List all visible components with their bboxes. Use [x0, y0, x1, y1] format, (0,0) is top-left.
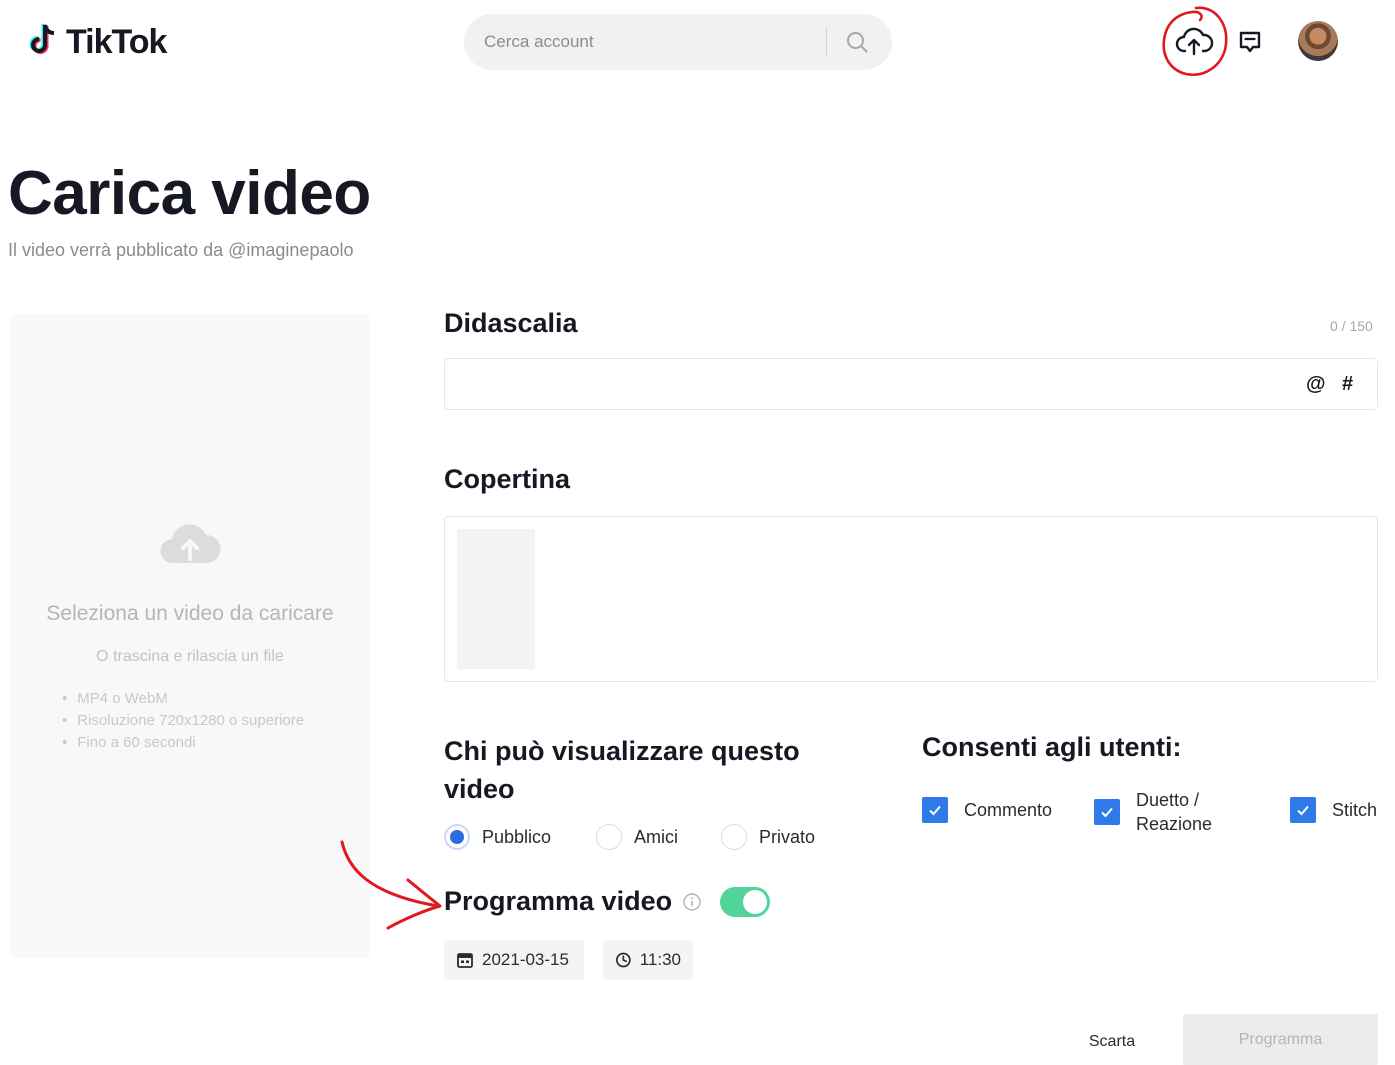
consent-label: Consenti agli utenti:	[922, 732, 1182, 762]
checkbox-duet-label: Duetto / Reazione	[1136, 790, 1213, 834]
time-picker[interactable]: 11:30	[603, 940, 693, 980]
checkbox-stitch-box[interactable]	[1290, 797, 1316, 823]
checkmark-icon	[929, 805, 941, 816]
schedule-row: Programma video	[444, 886, 771, 917]
radio-friends-circle[interactable]	[596, 824, 622, 850]
info-icon[interactable]	[682, 892, 702, 912]
checkbox-comment-box[interactable]	[922, 797, 948, 823]
profile-avatar[interactable]	[1298, 21, 1338, 61]
inbox-button[interactable]	[1232, 24, 1268, 60]
red-arrow-annotation	[340, 840, 442, 930]
radio-friends-label: Amici	[634, 826, 678, 847]
search-button[interactable]	[827, 14, 887, 70]
clock-icon	[616, 952, 631, 968]
upload-requirements: MP4 o WebM Risoluzione 720x1280 o superi…	[77, 688, 370, 754]
checkbox-comment-label: Commento	[964, 800, 1053, 820]
search-bar	[464, 14, 892, 70]
schedule-submit-button[interactable]: Programma	[1183, 1014, 1378, 1065]
search-input[interactable]	[482, 31, 826, 53]
caption-counter: 0 / 150	[1330, 318, 1373, 334]
checkbox-stitch[interactable]: Stitch	[1290, 797, 1377, 823]
checkbox-comment[interactable]: Commento	[922, 797, 1052, 823]
radio-private[interactable]: Privato	[721, 824, 815, 850]
schedule-toggle[interactable]	[720, 886, 771, 917]
caption-field	[444, 358, 1378, 410]
caption-input[interactable]	[455, 371, 1299, 391]
mention-button[interactable]: @	[1306, 373, 1326, 396]
checkbox-duet[interactable]: Duetto / Reazione	[1094, 788, 1226, 836]
upload-title: Seleziona un video da caricare	[46, 602, 334, 625]
hashtag-button[interactable]: #	[1342, 373, 1353, 396]
logo-text: TikTok	[66, 23, 167, 61]
checkmark-icon	[1297, 805, 1309, 816]
time-value: 11:30	[639, 950, 681, 969]
search-icon	[847, 32, 868, 53]
calendar-icon	[457, 953, 473, 968]
red-circle-annotation	[1162, 6, 1228, 76]
checkbox-stitch-label: Stitch	[1332, 800, 1378, 820]
page-subtitle: Il video verrà pubblicato da @imaginepao…	[8, 240, 354, 260]
upload-subtitle: O trascina e rilascia un file	[96, 648, 284, 665]
checkbox-duet-box[interactable]	[1094, 799, 1120, 825]
date-value: 2021-03-15	[482, 950, 569, 969]
upload-cloud-icon	[160, 524, 221, 564]
requirement-item: MP4 o WebM	[77, 688, 370, 710]
requirement-item: Risoluzione 720x1280 o superiore	[77, 710, 370, 732]
tiktok-logo[interactable]: TikTok	[28, 22, 167, 63]
visibility-label: Chi può visualizzare questo video	[444, 736, 800, 804]
radio-friends[interactable]: Amici	[596, 824, 678, 850]
tiktok-note-icon	[28, 22, 62, 63]
radio-public-circle[interactable]	[444, 824, 470, 850]
radio-public[interactable]: Pubblico	[444, 824, 551, 850]
schedule-label: Programma video	[444, 886, 673, 916]
discard-button[interactable]: Scarta	[1062, 1020, 1162, 1064]
page-title: Carica video	[8, 159, 371, 228]
requirement-item: Fino a 60 secondi	[77, 732, 370, 754]
caption-label: Didascalia	[444, 308, 578, 338]
cover-selector[interactable]	[444, 516, 1378, 682]
radio-private-label: Privato	[759, 826, 816, 847]
cover-label: Copertina	[444, 464, 571, 494]
message-icon	[1239, 31, 1261, 53]
video-upload-dropzone[interactable]: Seleziona un video da caricare O trascin…	[10, 314, 370, 958]
date-picker[interactable]: 2021-03-15	[444, 940, 584, 980]
checkmark-icon	[1101, 807, 1113, 818]
radio-public-label: Pubblico	[482, 826, 552, 847]
cover-thumbnail[interactable]	[457, 529, 535, 669]
radio-private-circle[interactable]	[721, 824, 747, 850]
